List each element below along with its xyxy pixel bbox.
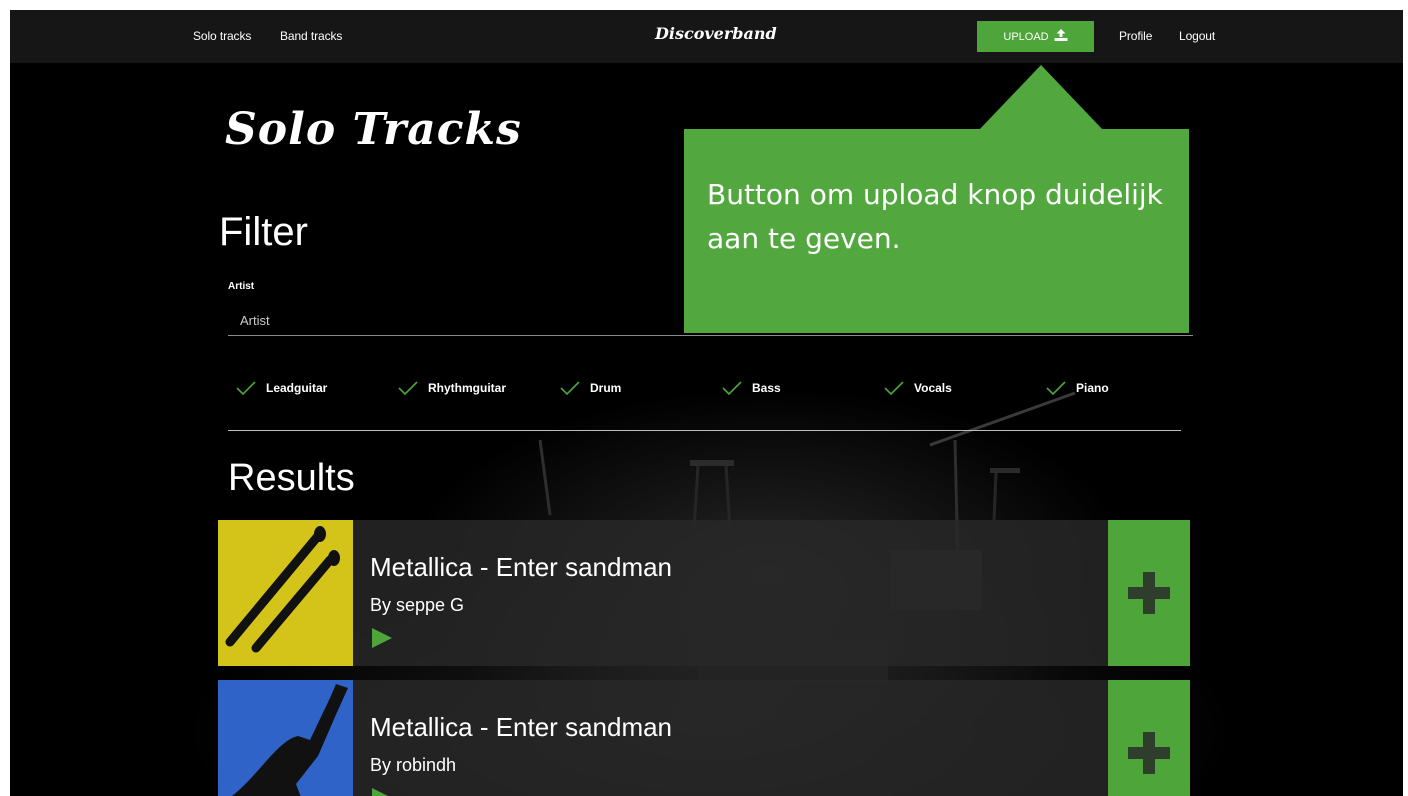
filter-piano[interactable]: Piano — [1046, 378, 1109, 398]
drumsticks-icon — [225, 526, 340, 653]
stage-background — [10, 10, 1403, 796]
filter-leadguitar[interactable]: Leadguitar — [236, 378, 327, 398]
filter-heading: Filter — [219, 210, 308, 254]
track-author: By seppe G — [370, 595, 465, 615]
nav-band-tracks[interactable]: Band tracks — [280, 29, 342, 43]
track-thumbnail — [218, 520, 353, 666]
filter-vocals[interactable]: Vocals — [884, 378, 952, 398]
app-screen: Solo tracks Band tracks Discoverband UPL… — [10, 10, 1403, 796]
artist-label: Artist — [228, 281, 255, 292]
track-thumbnail — [218, 680, 353, 796]
play-icon[interactable] — [370, 626, 394, 650]
checkmark-icon — [236, 381, 256, 396]
guitar-icon — [232, 684, 348, 796]
checkmark-icon — [398, 381, 418, 396]
callout-arrow — [978, 65, 1104, 131]
plus-icon — [1128, 732, 1170, 774]
filter-divider — [228, 430, 1181, 431]
checkmark-icon — [884, 381, 904, 396]
filter-drum[interactable]: Drum — [560, 378, 621, 398]
track-title: Metallica - Enter sandman — [370, 552, 673, 582]
upload-icon — [1054, 29, 1068, 44]
filter-label: Vocals — [914, 381, 952, 395]
results-heading: Results — [228, 457, 355, 499]
nav-profile[interactable]: Profile — [1119, 29, 1152, 43]
filter-label: Piano — [1076, 381, 1109, 395]
brand-logo[interactable]: Discoverband — [655, 24, 777, 43]
track-title: Metallica - Enter sandman — [370, 712, 673, 742]
nav-solo-tracks[interactable]: Solo tracks — [193, 29, 251, 43]
top-navbar: Solo tracks Band tracks Discoverband UPL… — [10, 10, 1403, 63]
checkmark-icon — [722, 381, 742, 396]
filter-label: Bass — [752, 381, 781, 395]
plus-icon — [1128, 572, 1170, 614]
upload-label: UPLOAD — [1003, 30, 1049, 43]
annotation-callout: Button om upload knop duidelijk aan te g… — [684, 129, 1189, 333]
checkmark-icon — [560, 381, 580, 396]
nav-logout[interactable]: Logout — [1179, 29, 1215, 43]
track-card: Metallica - Enter sandman By robindh — [218, 680, 1190, 796]
track-card: Metallica - Enter sandman By seppe G — [218, 520, 1190, 666]
upload-button[interactable]: UPLOAD — [977, 21, 1094, 52]
page-title: Solo Tracks — [225, 104, 522, 155]
add-track-button[interactable] — [1108, 520, 1190, 666]
add-track-button[interactable] — [1108, 680, 1190, 796]
filter-rhythmguitar[interactable]: Rhythmguitar — [398, 378, 506, 398]
filter-label: Drum — [590, 381, 622, 395]
track-author: By robindh — [370, 755, 457, 775]
stage-silhouettes — [538, 391, 1076, 684]
filter-label: Rhythmguitar — [428, 381, 506, 395]
checkmark-icon — [1046, 381, 1066, 396]
filter-bass[interactable]: Bass — [722, 378, 781, 398]
play-icon[interactable] — [370, 786, 394, 796]
filter-label: Leadguitar — [266, 381, 328, 395]
